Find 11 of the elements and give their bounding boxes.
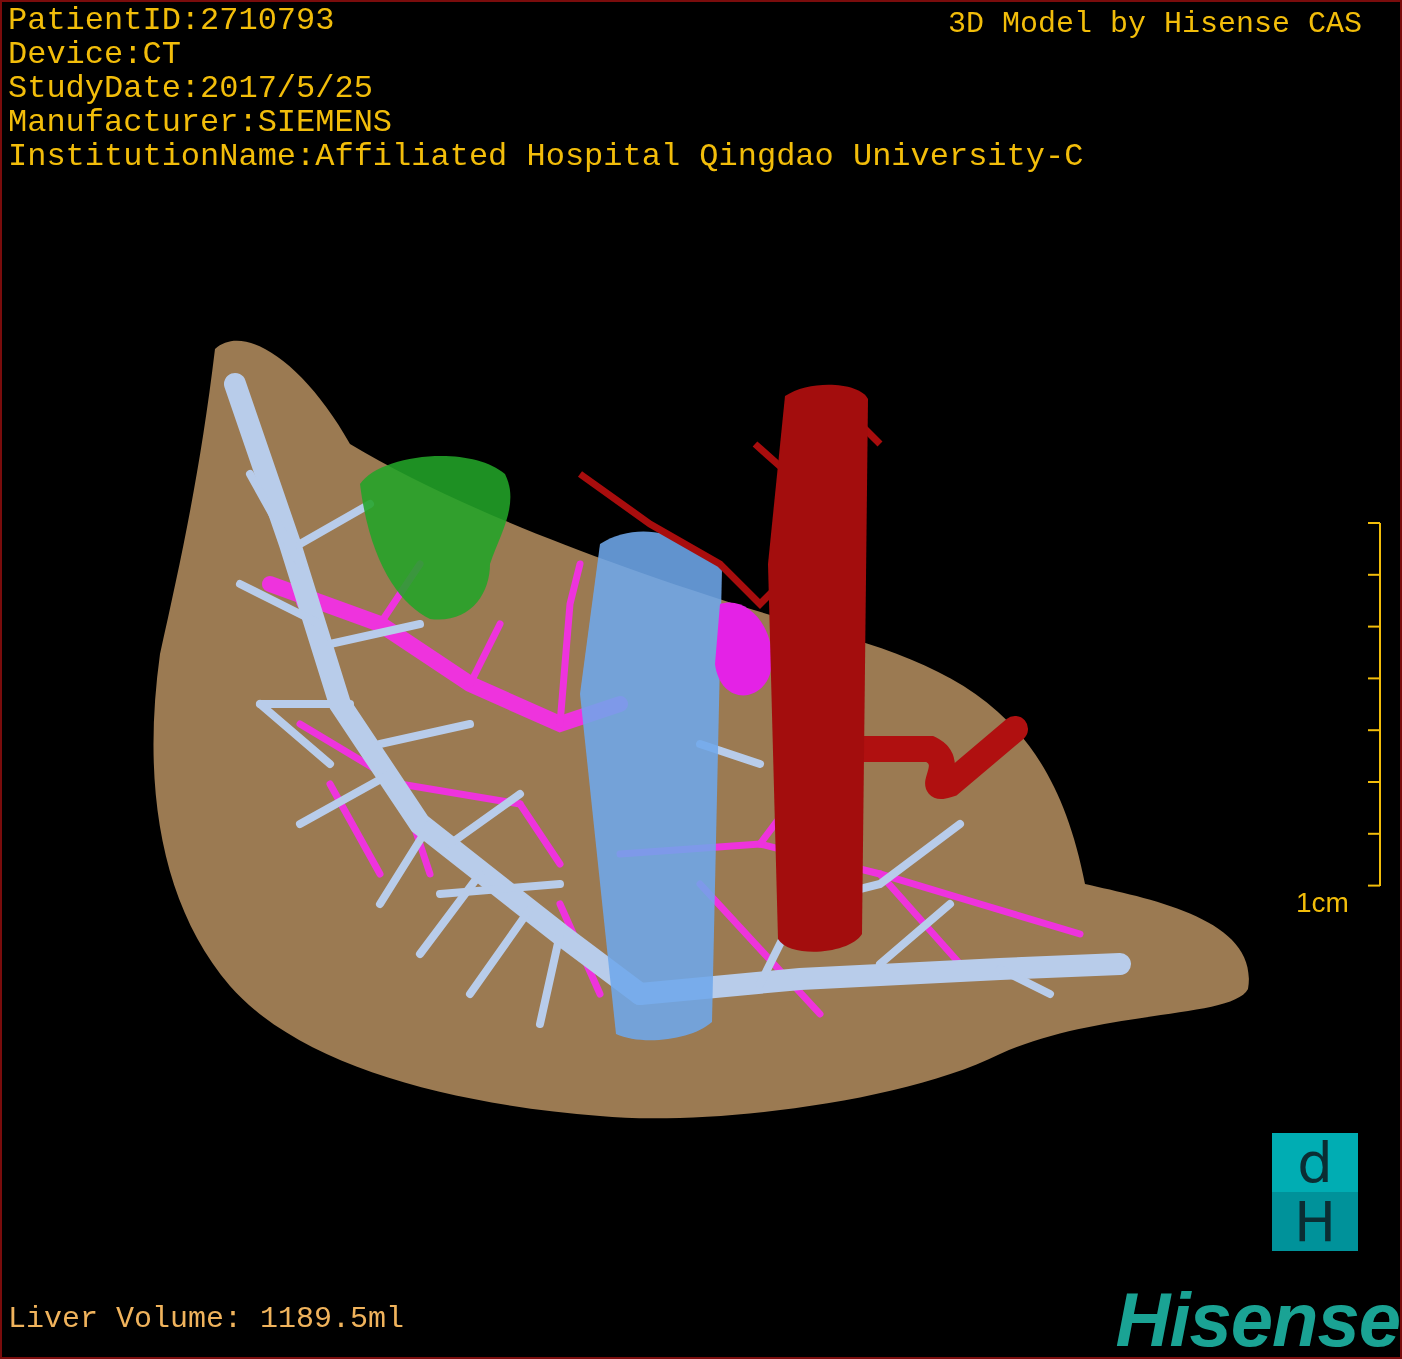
logo-badge-top: d xyxy=(1272,1133,1358,1192)
brand-wordmark: Hisense xyxy=(1115,1287,1400,1353)
credit-text: 3D Model by Hisense CAS xyxy=(947,6,1362,43)
liver-volume-text: Liver Volume: 1189.5ml xyxy=(8,1301,405,1337)
logo-badge-bottom: H xyxy=(1272,1192,1358,1251)
patient-info-text: StudyDate:2017/5/25 xyxy=(8,72,373,106)
patient-info-text: PatientID:2710793 xyxy=(8,4,335,38)
patient-info-text: Device:CT xyxy=(8,38,181,72)
scale-label: 1cm xyxy=(1296,887,1349,919)
patient-info-text: Manufacturer:SIEMENS xyxy=(8,106,393,140)
patient-info-text: InstitutionName:Affiliated Hospital Qingdao University-C xyxy=(8,140,1084,174)
